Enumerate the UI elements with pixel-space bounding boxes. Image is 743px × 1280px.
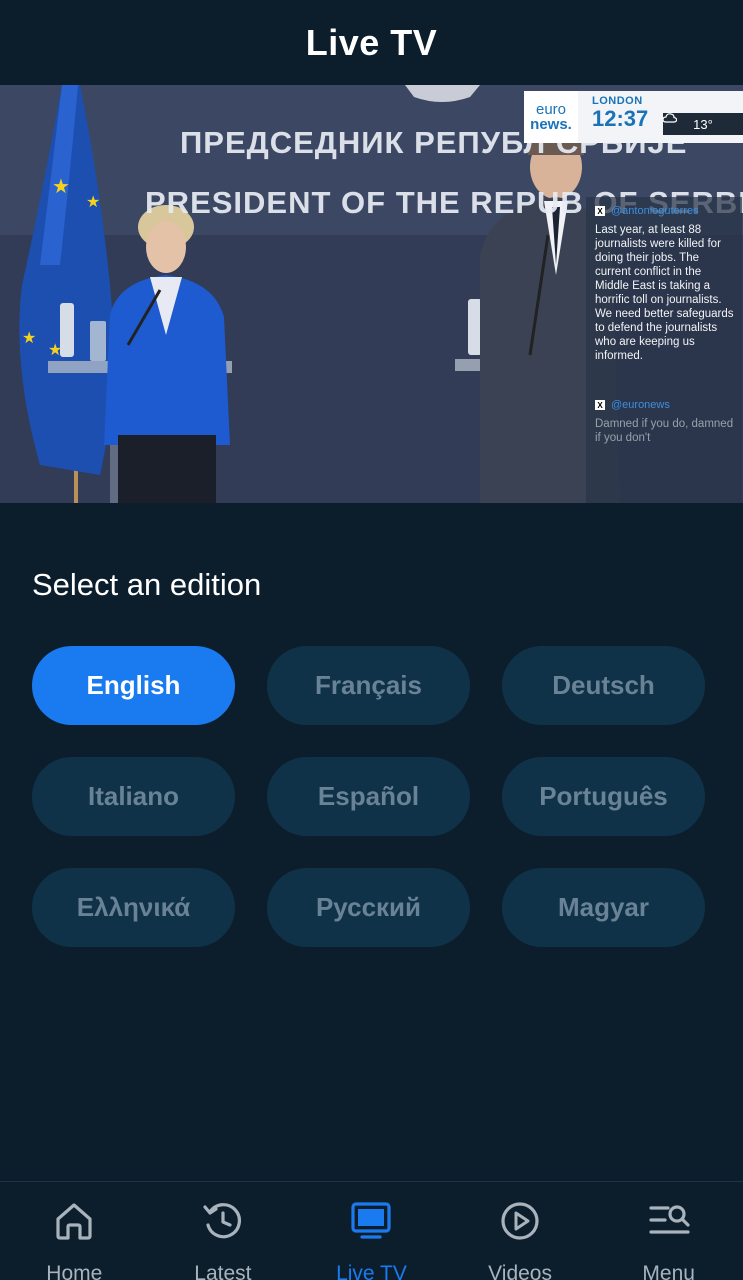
edition-english[interactable]: English (32, 646, 235, 725)
social-feed-panel: X @antonioguterres Last year, at least 8… (586, 197, 742, 503)
svg-text:★: ★ (52, 176, 70, 198)
menu-search-icon (649, 1205, 690, 1234)
home-icon (56, 1203, 92, 1240)
play-circle-icon (501, 1202, 539, 1240)
nav-videos-label: Videos (488, 1262, 552, 1280)
edition-italian[interactable]: Italiano (32, 757, 235, 836)
social-post-1: Last year, at least 88 journalists were … (595, 224, 734, 362)
social-handle-text-2: @euronews (611, 399, 670, 411)
edition-hungarian[interactable]: Magyar (502, 868, 705, 947)
app-screen: Live TV ★ ★ ★ ★ ПРЕДСЕДНИК РЕПУБЛ СРБИЈЕ… (0, 0, 743, 1280)
social-post-2: Damned if you do, damned if you don't (595, 418, 734, 444)
edition-portuguese[interactable]: Português (502, 757, 705, 836)
nav-live-tv-label: Live TV (336, 1262, 407, 1280)
clock-panel: LONDON 12:37 13° (578, 91, 743, 143)
nav-home[interactable]: Home (0, 1182, 148, 1280)
live-video-player[interactable]: ★ ★ ★ ★ ПРЕДСЕДНИК РЕПУБЛ СРБИЈЕ PRESIDE… (0, 85, 743, 503)
edition-german[interactable]: Deutsch (502, 646, 705, 725)
logo-line-1: euro (535, 101, 567, 118)
nav-live-tv[interactable]: Live TV (297, 1182, 445, 1280)
nav-home-label: Home (46, 1262, 103, 1280)
nav-latest[interactable]: Latest (149, 1182, 297, 1280)
weather-badge: 13° (663, 113, 743, 135)
edition-spanish[interactable]: Español (267, 757, 470, 836)
nav-videos[interactable]: Videos (446, 1182, 594, 1280)
svg-text:★: ★ (86, 194, 100, 211)
cloud-icon (663, 113, 677, 123)
nav-menu-label: Menu (642, 1262, 695, 1280)
social-handle-text-1: @antonioguterres (611, 205, 699, 217)
svg-text:★: ★ (22, 330, 36, 347)
page-title: Live TV (305, 21, 438, 63)
social-handle-1: X @antonioguterres (595, 205, 734, 217)
edition-greek[interactable]: Ελληνικά (32, 868, 235, 947)
top-bar: Live TV (0, 0, 743, 85)
bottom-navigation: Home Latest Live TV Videos Menu (0, 1181, 743, 1280)
edition-selector: English Français Deutsch Italiano Españo… (32, 646, 706, 947)
euronews-logo: euro news. (524, 91, 578, 143)
clock-history-icon (203, 1203, 241, 1239)
social-handle-2: X @euronews (595, 399, 734, 411)
x-logo-icon: X (595, 400, 605, 410)
nav-latest-label: Latest (194, 1262, 252, 1280)
temperature: 13° (693, 116, 713, 132)
edition-french[interactable]: Français (267, 646, 470, 725)
channel-bug: euro news. LONDON 12:37 13° (524, 91, 743, 143)
x-logo-icon: X (595, 206, 605, 216)
edition-section-title: Select an edition (32, 567, 262, 602)
logo-line-2: news. (530, 116, 572, 133)
tv-icon (351, 1202, 392, 1239)
nav-menu[interactable]: Menu (595, 1182, 743, 1280)
edition-russian[interactable]: Русский (267, 868, 470, 947)
